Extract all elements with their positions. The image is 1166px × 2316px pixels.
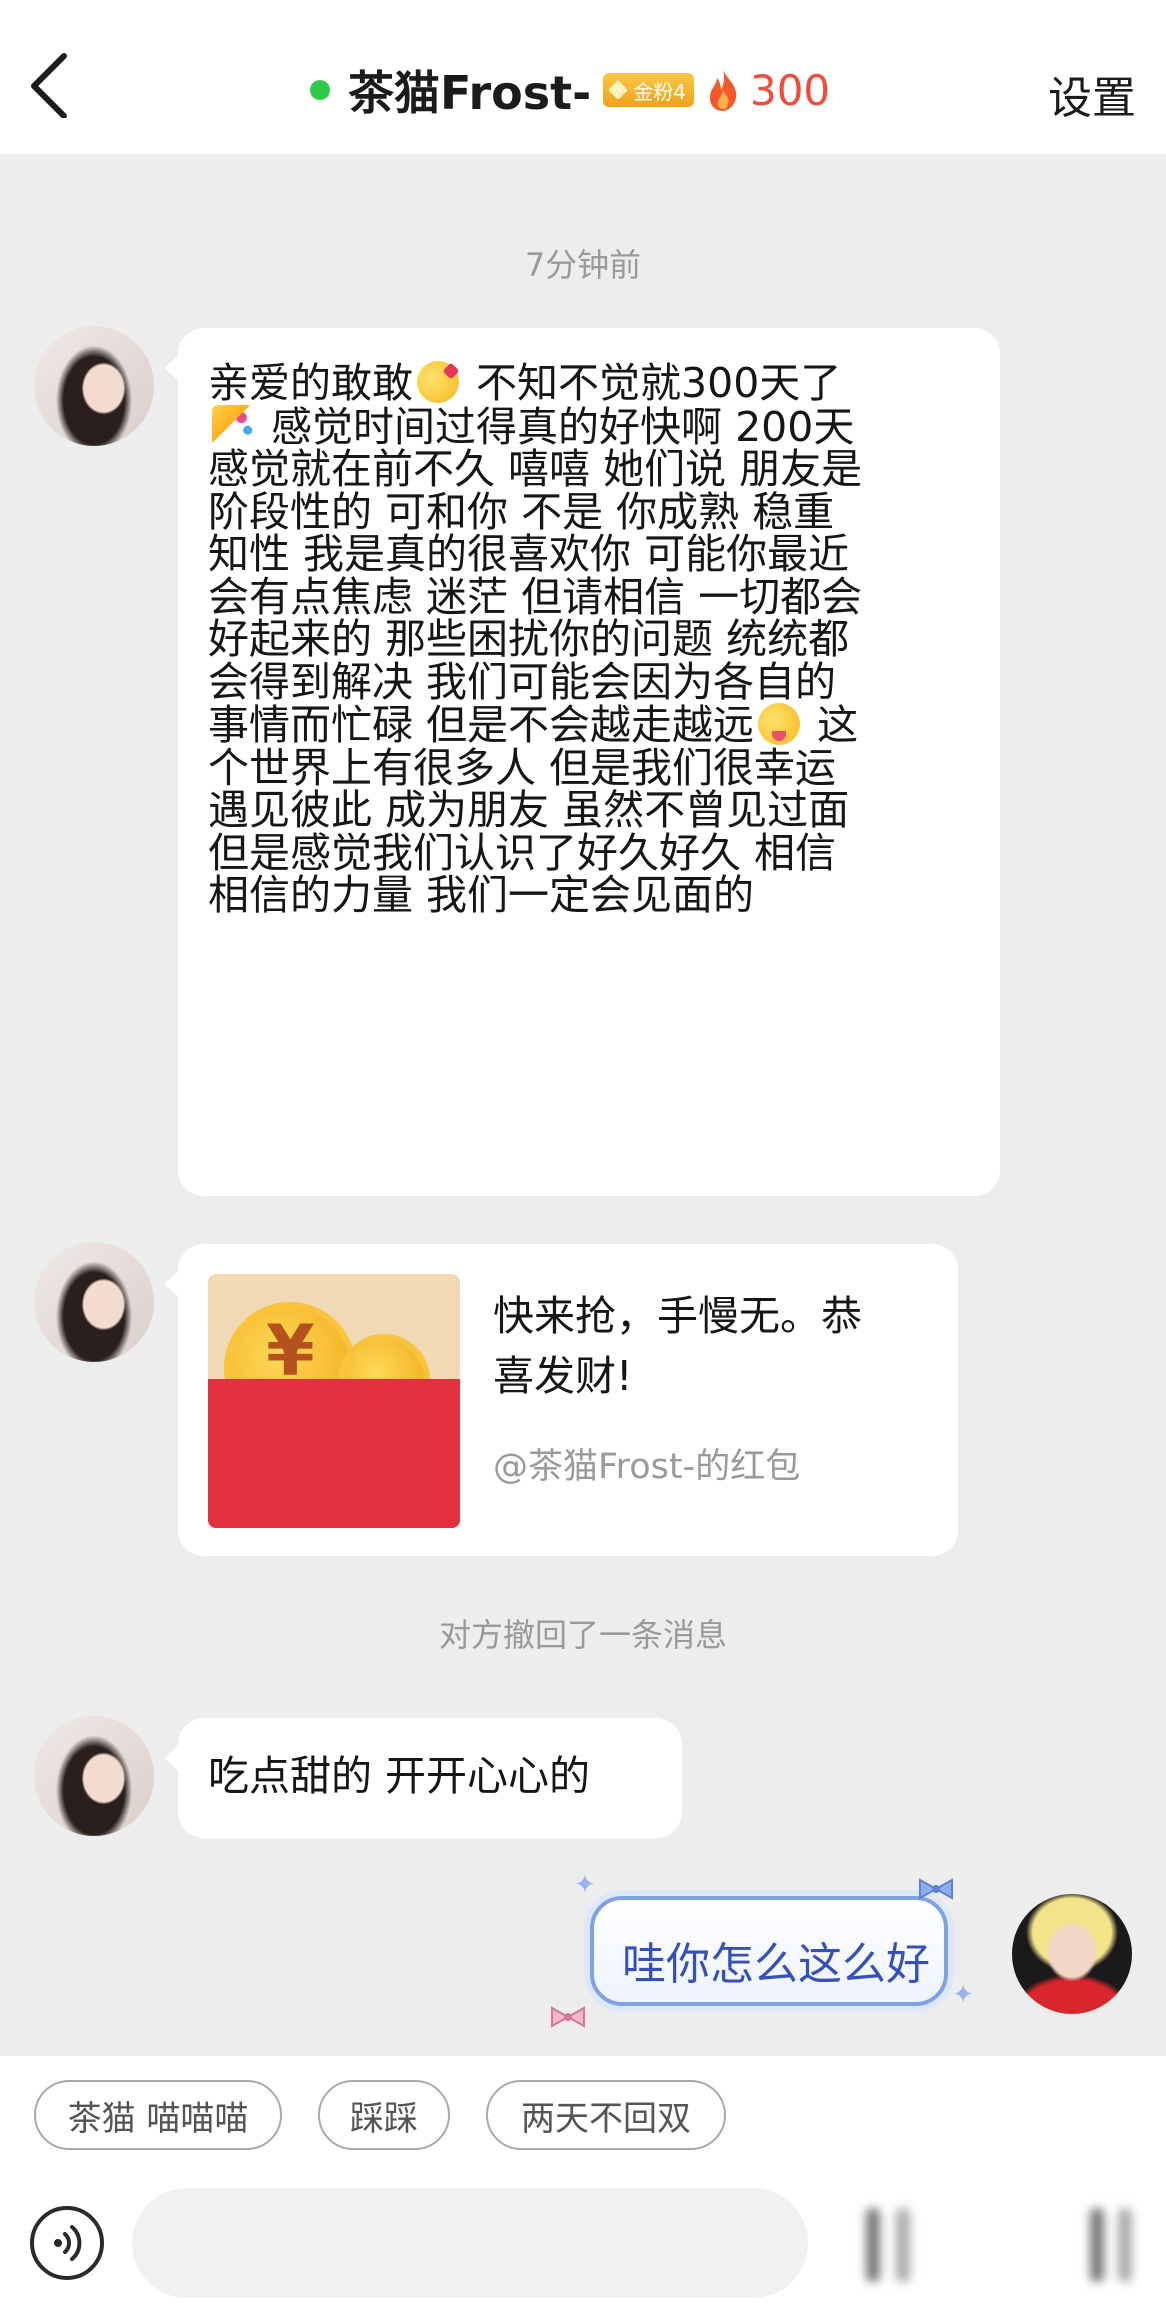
message-line: 会有点焦虑 迷茫 但请相信 一切都会 [208, 572, 863, 621]
zany-face-emoji-icon [758, 703, 801, 745]
message-line: 但是感觉我们认识了好久好久 相信 [208, 828, 837, 877]
sound-wave-icon [54, 2225, 82, 2261]
message-input[interactable] [132, 2188, 808, 2298]
online-status-dot [310, 80, 330, 100]
quick-reply-chip[interactable]: 踩踩 [318, 2080, 450, 2150]
chevron-left-icon [31, 53, 67, 119]
contact-avatar[interactable] [34, 326, 154, 446]
bow-icon [551, 2006, 585, 2028]
message-line: 阶段性的 可和你 不是 你成熟 稳重 [208, 487, 835, 536]
fan-level-label: 金粉4 [633, 79, 686, 104]
party-popper-emoji-icon [212, 404, 254, 447]
message-line: 遇见彼此 成为朋友 虽然不曾见过面 [208, 786, 850, 834]
message-line: 会得到解决 我们可能会因为各自的 [208, 657, 837, 706]
red-packet-message: 快来抢，手慢无。恭 喜发财! [493, 1292, 862, 1400]
chat-title-area[interactable]: 茶猫Frost- 金粉4 300 [310, 50, 830, 130]
contact-avatar[interactable] [34, 1716, 154, 1836]
red-packet-icon: ¥ [208, 1274, 460, 1528]
message-line: 事情而忙碌 但是不会越走越远 这 [208, 701, 859, 749]
message-line: 相信的力量 我们一定会见面的 [208, 871, 755, 919]
contact-avatar[interactable] [34, 1242, 154, 1362]
quick-reply-chip[interactable]: 两天不回双 [486, 2080, 726, 2150]
heat-value: 300 [749, 65, 831, 115]
my-message-text: 哇你怎么这么好 [622, 1939, 930, 1990]
bow-icon [919, 1878, 953, 1900]
gem-icon [608, 80, 629, 100]
message-line: 个世界上有很多人 但是我们很幸运 [208, 743, 837, 792]
input-panel: 茶猫 喵喵喵 踩踩 两天不回双 [0, 2056, 1166, 2316]
my-message-bubble[interactable]: 哇你怎么这么好 ✦ ✦ [551, 1870, 974, 2028]
red-packet-card[interactable]: ¥ 快来抢，手慢无。恭 喜发财! @茶猫Frost-的红包 [164, 1244, 958, 1556]
message-bubble-long[interactable]: 亲爱的敢敢 不知不觉就300天了 感觉时间过得真的好快啊 200天 感觉就在前不… [164, 328, 1000, 1196]
settings-button[interactable]: 设置 [1048, 62, 1136, 126]
message-line: 感觉就在前不久 嘻嘻 她们说 朋友是 [208, 445, 863, 493]
quick-reply-chip[interactable]: 茶猫 喵喵喵 [34, 2080, 282, 2150]
red-packet-sender: @茶猫Frost-的红包 [493, 1447, 801, 1487]
message-timestamp: 7分钟前 [524, 246, 642, 284]
message-line: 亲爱的敢敢 不知不觉就300天了 [208, 359, 842, 407]
message-line: 知性 我是真的很喜欢你 可能你最近 [208, 530, 850, 578]
chat-header: 茶猫Frost- 金粉4 300 设置 [0, 0, 1166, 154]
kiss-emoji-icon [417, 361, 459, 403]
message-line: 感觉时间过得真的好快啊 200天 [208, 404, 976, 449]
message-line: 好起来的 那些困扰你的问题 统统都 [208, 615, 850, 663]
back-button[interactable] [22, 48, 92, 138]
blurred-toolbar-icons [850, 2202, 1140, 2292]
message-bubble[interactable]: 吃点甜的 开开心心的 [164, 1718, 682, 1838]
sparkle-icon: ✦ [574, 1870, 596, 1900]
voice-input-button[interactable] [30, 2206, 104, 2280]
my-avatar[interactable] [1012, 1894, 1132, 2014]
flame-icon [709, 70, 737, 111]
sparkle-icon: ✦ [952, 1980, 974, 2010]
recall-notice: 对方撤回了一条消息 [438, 1616, 727, 1654]
fan-level-badge: 金粉4 [603, 73, 694, 107]
chat-title: 茶猫Frost- [348, 66, 592, 120]
